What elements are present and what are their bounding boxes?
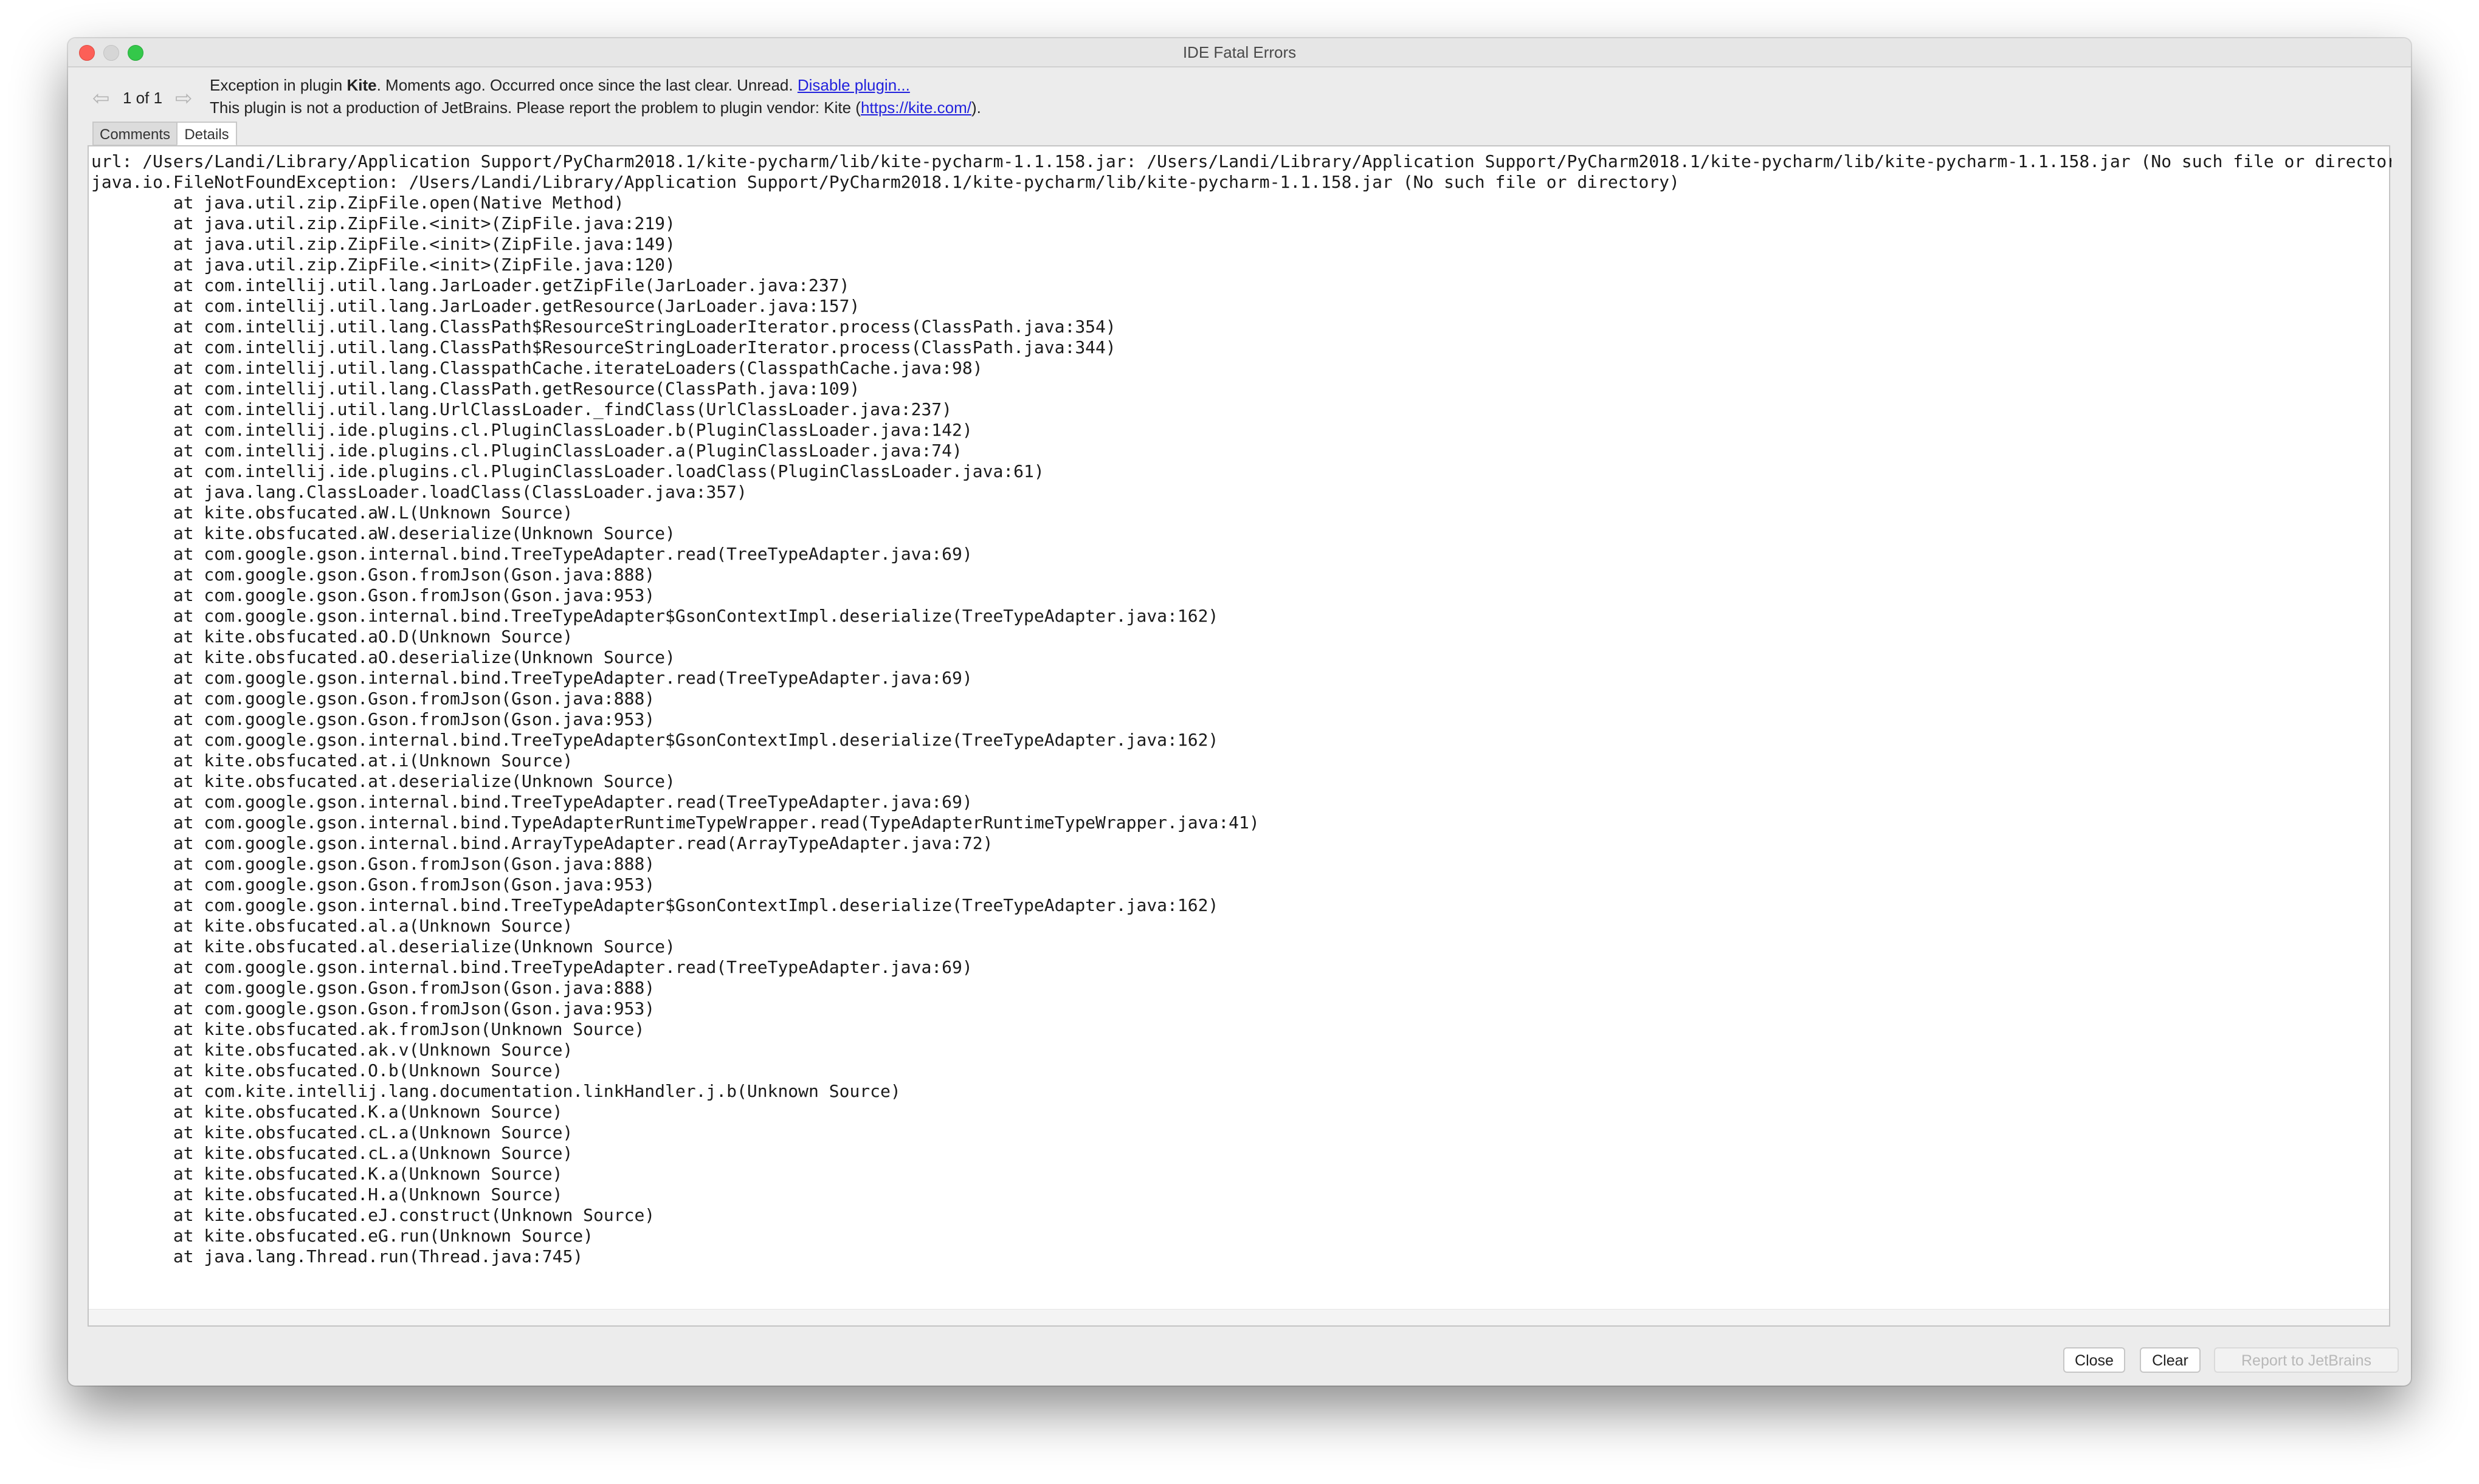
stack-trace-line: at com.intellij.ide.plugins.cl.PluginCla…	[91, 461, 1044, 481]
vendor-prefix: This plugin is not a production of JetBr…	[210, 98, 861, 117]
stack-trace-line: at com.google.gson.Gson.fromJson(Gson.ja…	[91, 874, 655, 895]
vendor-link[interactable]: https://kite.com/	[861, 98, 971, 117]
stack-trace-line: at kite.obsfucated.O.b(Unknown Source)	[91, 1060, 563, 1080]
stack-trace-line: at com.google.gson.internal.bind.TreeTyp…	[91, 544, 973, 564]
stack-trace-line: at com.intellij.util.lang.JarLoader.getZ…	[91, 275, 850, 295]
disable-plugin-link[interactable]: Disable plugin...	[798, 76, 910, 94]
stack-trace-line: at kite.obsfucated.aW.L(Unknown Source)	[91, 503, 573, 523]
horizontal-scrollbar[interactable]	[89, 1309, 2389, 1325]
clear-button[interactable]: Clear	[2140, 1347, 2201, 1373]
stack-trace-line: at com.google.gson.Gson.fromJson(Gson.ja…	[91, 709, 655, 729]
stack-trace-line: at kite.obsfucated.aO.deserialize(Unknow…	[91, 647, 675, 667]
stack-trace-line: at kite.obsfucated.eJ.construct(Unknown …	[91, 1205, 655, 1225]
stack-trace-line: at com.google.gson.Gson.fromJson(Gson.ja…	[91, 978, 655, 998]
stack-trace-line: at com.google.gson.Gson.fromJson(Gson.ja…	[91, 998, 655, 1019]
stack-trace-line: at com.google.gson.Gson.fromJson(Gson.ja…	[91, 854, 655, 874]
details-panel[interactable]: url: /Users/Landi/Library/Application Su…	[88, 145, 2391, 1327]
stack-trace-line: at com.google.gson.internal.bind.TreeTyp…	[91, 792, 973, 812]
stack-trace-line: at com.google.gson.internal.bind.TreeTyp…	[91, 895, 1219, 915]
stack-trace-line: at com.google.gson.Gson.fromJson(Gson.ja…	[91, 585, 655, 605]
stack-trace-line: at com.google.gson.internal.bind.TreeTyp…	[91, 957, 973, 977]
stack-trace-line: at com.intellij.util.lang.ClassPath$Reso…	[91, 317, 1116, 337]
stack-trace-line: at java.util.zip.ZipFile.open(Native Met…	[91, 193, 624, 213]
title-bar: IDE Fatal Errors	[68, 38, 2411, 67]
stack-trace-line: at kite.obsfucated.at.deserialize(Unknow…	[91, 771, 675, 791]
stack-trace-line: at java.lang.Thread.run(Thread.java:745)	[91, 1246, 584, 1266]
stack-trace-line: at com.intellij.ide.plugins.cl.PluginCla…	[91, 420, 973, 440]
stack-trace-line: at kite.obsfucated.K.a(Unknown Source)	[91, 1164, 563, 1184]
stack-trace-line: at kite.obsfucated.H.a(Unknown Source)	[91, 1184, 563, 1204]
stack-trace-line: at com.google.gson.internal.bind.TreeTyp…	[91, 668, 973, 688]
stack-trace-line: at com.intellij.util.lang.JarLoader.getR…	[91, 296, 860, 316]
stack-trace-line: at com.google.gson.internal.bind.TreeTyp…	[91, 606, 1219, 626]
stack-trace-line: at com.google.gson.Gson.fromJson(Gson.ja…	[91, 565, 655, 585]
stack-trace-line: at kite.obsfucated.ak.fromJson(Unknown S…	[91, 1019, 645, 1039]
stack-trace-line: at kite.obsfucated.cL.a(Unknown Source)	[91, 1122, 573, 1142]
stack-trace-line: at kite.obsfucated.aO.D(Unknown Source)	[91, 627, 573, 647]
message-suffix: . Moments ago. Occurred once since the l…	[376, 76, 798, 94]
stack-trace-line: at com.intellij.util.lang.ClassPath.getR…	[91, 379, 860, 399]
stack-trace-line: at kite.obsfucated.ak.v(Unknown Source)	[91, 1040, 573, 1060]
arrow-left-icon[interactable]: ⇦	[92, 86, 110, 111]
error-message-line: Exception in plugin Kite. Moments ago. O…	[210, 75, 910, 95]
stack-trace-line: at com.google.gson.internal.bind.TreeTyp…	[91, 730, 1219, 750]
stack-trace-line: at java.util.zip.ZipFile.<init>(ZipFile.…	[91, 255, 675, 275]
stack-trace-text[interactable]: url: /Users/Landi/Library/Application Su…	[89, 151, 2391, 1306]
arrow-right-icon[interactable]: ⇨	[175, 86, 193, 111]
window-title: IDE Fatal Errors	[1182, 43, 1297, 61]
stack-trace-line: at java.lang.ClassLoader.loadClass(Class…	[91, 482, 747, 502]
stack-trace-line: at kite.obsfucated.al.deserialize(Unknow…	[91, 936, 675, 957]
stack-trace-line: at kite.obsfucated.at.i(Unknown Source)	[91, 751, 573, 771]
stack-trace-line: at kite.obsfucated.eG.run(Unknown Source…	[91, 1226, 594, 1246]
tab-details[interactable]: Details	[176, 122, 237, 146]
stack-trace-line: at com.google.gson.Gson.fromJson(Gson.ja…	[91, 689, 655, 709]
plugin-name: Kite	[347, 76, 377, 94]
stack-trace-line: at com.intellij.util.lang.UrlClassLoader…	[91, 399, 953, 419]
message-prefix: Exception in plugin	[210, 76, 347, 94]
stack-trace-line: at kite.obsfucated.cL.a(Unknown Source)	[91, 1143, 573, 1163]
stack-trace-line: at com.google.gson.internal.bind.ArrayTy…	[91, 833, 993, 853]
close-button[interactable]: Close	[2063, 1347, 2125, 1373]
stack-trace-line: at kite.obsfucated.aW.deserialize(Unknow…	[91, 523, 675, 543]
stack-trace-line: at kite.obsfucated.al.a(Unknown Source)	[91, 916, 573, 936]
stack-trace-line: java.io.FileNotFoundException: /Users/La…	[91, 172, 1680, 192]
stack-trace-line: url: /Users/Landi/Library/Application Su…	[91, 151, 2391, 171]
stack-trace-line: at com.google.gson.internal.bind.TypeAda…	[91, 812, 1260, 833]
stack-trace-line: at java.util.zip.ZipFile.<init>(ZipFile.…	[91, 213, 675, 233]
report-to-jetbrains-button[interactable]: Report to JetBrains	[2214, 1347, 2399, 1373]
stack-trace-line: at kite.obsfucated.K.a(Unknown Source)	[91, 1102, 563, 1122]
vendor-message-line: This plugin is not a production of JetBr…	[210, 97, 981, 118]
vendor-suffix: ).	[971, 98, 981, 117]
tab-comments[interactable]: Comments	[92, 122, 178, 146]
stack-trace-line: at com.intellij.ide.plugins.cl.PluginCla…	[91, 441, 962, 461]
stack-trace-line: at com.kite.intellij.lang.documentation.…	[91, 1081, 901, 1101]
stack-trace-line: at java.util.zip.ZipFile.<init>(ZipFile.…	[91, 234, 675, 254]
ide-fatal-errors-window: IDE Fatal Errors ⇦ 1 of 1 ⇨ Exception in…	[68, 38, 2411, 1386]
error-count: 1 of 1	[123, 89, 163, 107]
stack-trace-line: at com.intellij.util.lang.ClasspathCache…	[91, 358, 983, 378]
stack-trace-line: at com.intellij.util.lang.ClassPath$Reso…	[91, 337, 1116, 357]
